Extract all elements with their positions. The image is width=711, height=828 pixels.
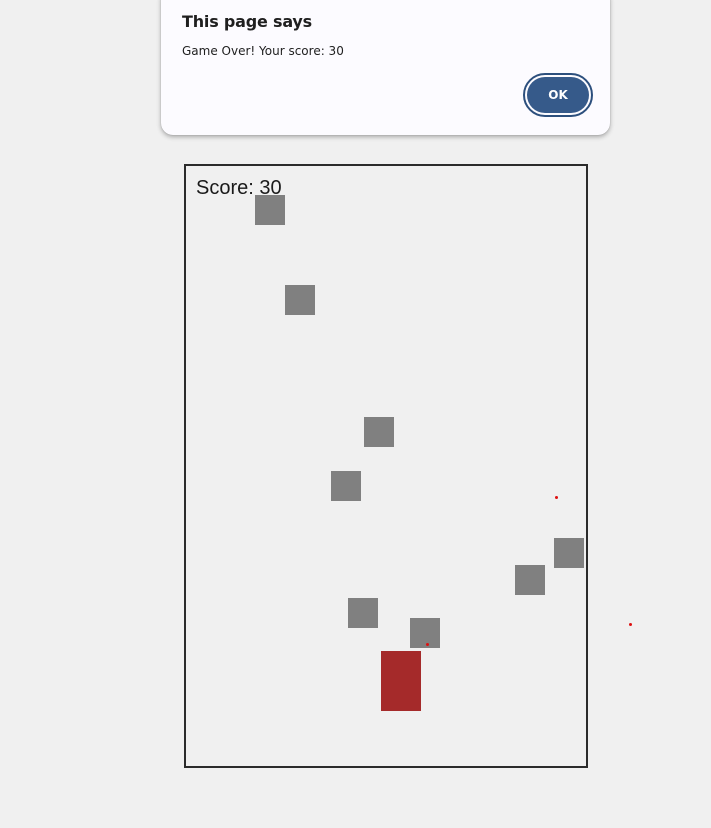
obstacle-block — [331, 471, 361, 501]
dialog-message: Game Over! Your score: 30 — [182, 44, 344, 58]
obstacle-block — [515, 565, 545, 595]
obstacle-block — [554, 538, 584, 568]
obstacle-block — [348, 598, 378, 628]
dialog-title: This page says — [182, 12, 312, 31]
bullet — [629, 623, 632, 626]
alert-dialog: This page says Game Over! Your score: 30… — [161, 0, 610, 135]
bullet — [426, 643, 429, 646]
obstacle-block — [410, 618, 440, 648]
player-ship — [381, 651, 421, 711]
obstacle-block — [285, 285, 315, 315]
obstacle-block — [255, 195, 285, 225]
obstacle-block — [364, 417, 394, 447]
ok-button-focus-ring: OK — [523, 73, 593, 117]
bullet — [555, 496, 558, 499]
ok-button[interactable]: OK — [527, 77, 589, 113]
